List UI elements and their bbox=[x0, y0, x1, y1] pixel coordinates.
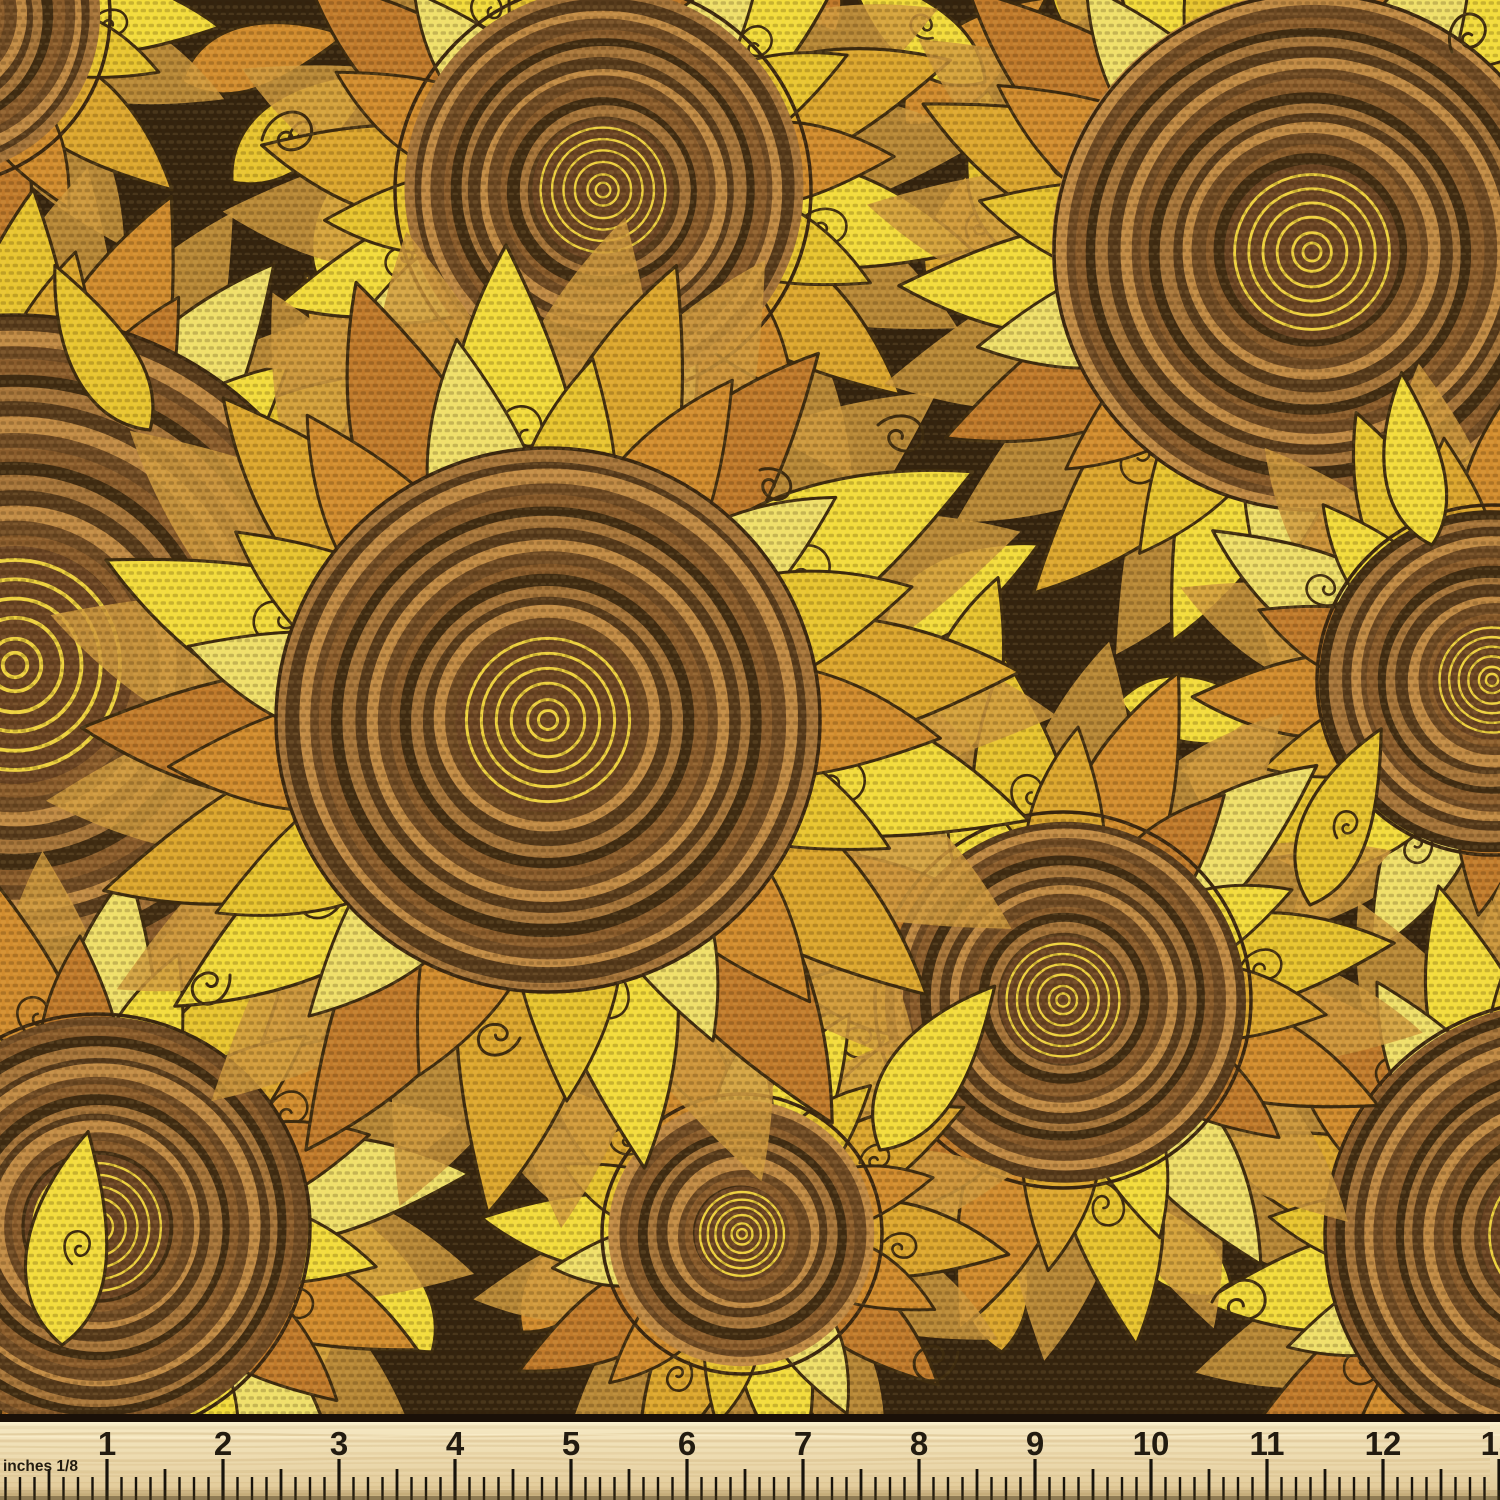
sunflower-pattern bbox=[0, 0, 1500, 1500]
ruler-unit-label: inches 1/8 bbox=[3, 1458, 78, 1475]
ruler-number: 13 bbox=[1481, 1425, 1500, 1462]
ruler-number: 6 bbox=[678, 1425, 696, 1462]
ruler-number: 10 bbox=[1133, 1425, 1170, 1462]
ruler-number: 1 bbox=[98, 1425, 116, 1462]
ruler-number: 4 bbox=[446, 1425, 465, 1462]
inch-ruler: 12345678910111213inches 1/8 bbox=[0, 1414, 1500, 1500]
ruler-number: 11 bbox=[1250, 1425, 1285, 1462]
ruler-number: 9 bbox=[1026, 1425, 1044, 1462]
ruler-number: 5 bbox=[562, 1425, 580, 1462]
ruler-top-shadow bbox=[0, 1414, 1500, 1422]
ruler-number: 7 bbox=[794, 1425, 812, 1462]
weave-texture-light bbox=[0, 0, 1500, 1418]
ruler-number: 12 bbox=[1365, 1425, 1402, 1462]
ruler-number: 2 bbox=[214, 1425, 232, 1462]
ruler-number: 3 bbox=[330, 1425, 348, 1462]
fabric-swatch-photo: 12345678910111213inches 1/8 bbox=[0, 0, 1500, 1500]
ruler-number: 8 bbox=[910, 1425, 928, 1462]
fabric-print-artwork: 12345678910111213inches 1/8 bbox=[0, 0, 1500, 1500]
